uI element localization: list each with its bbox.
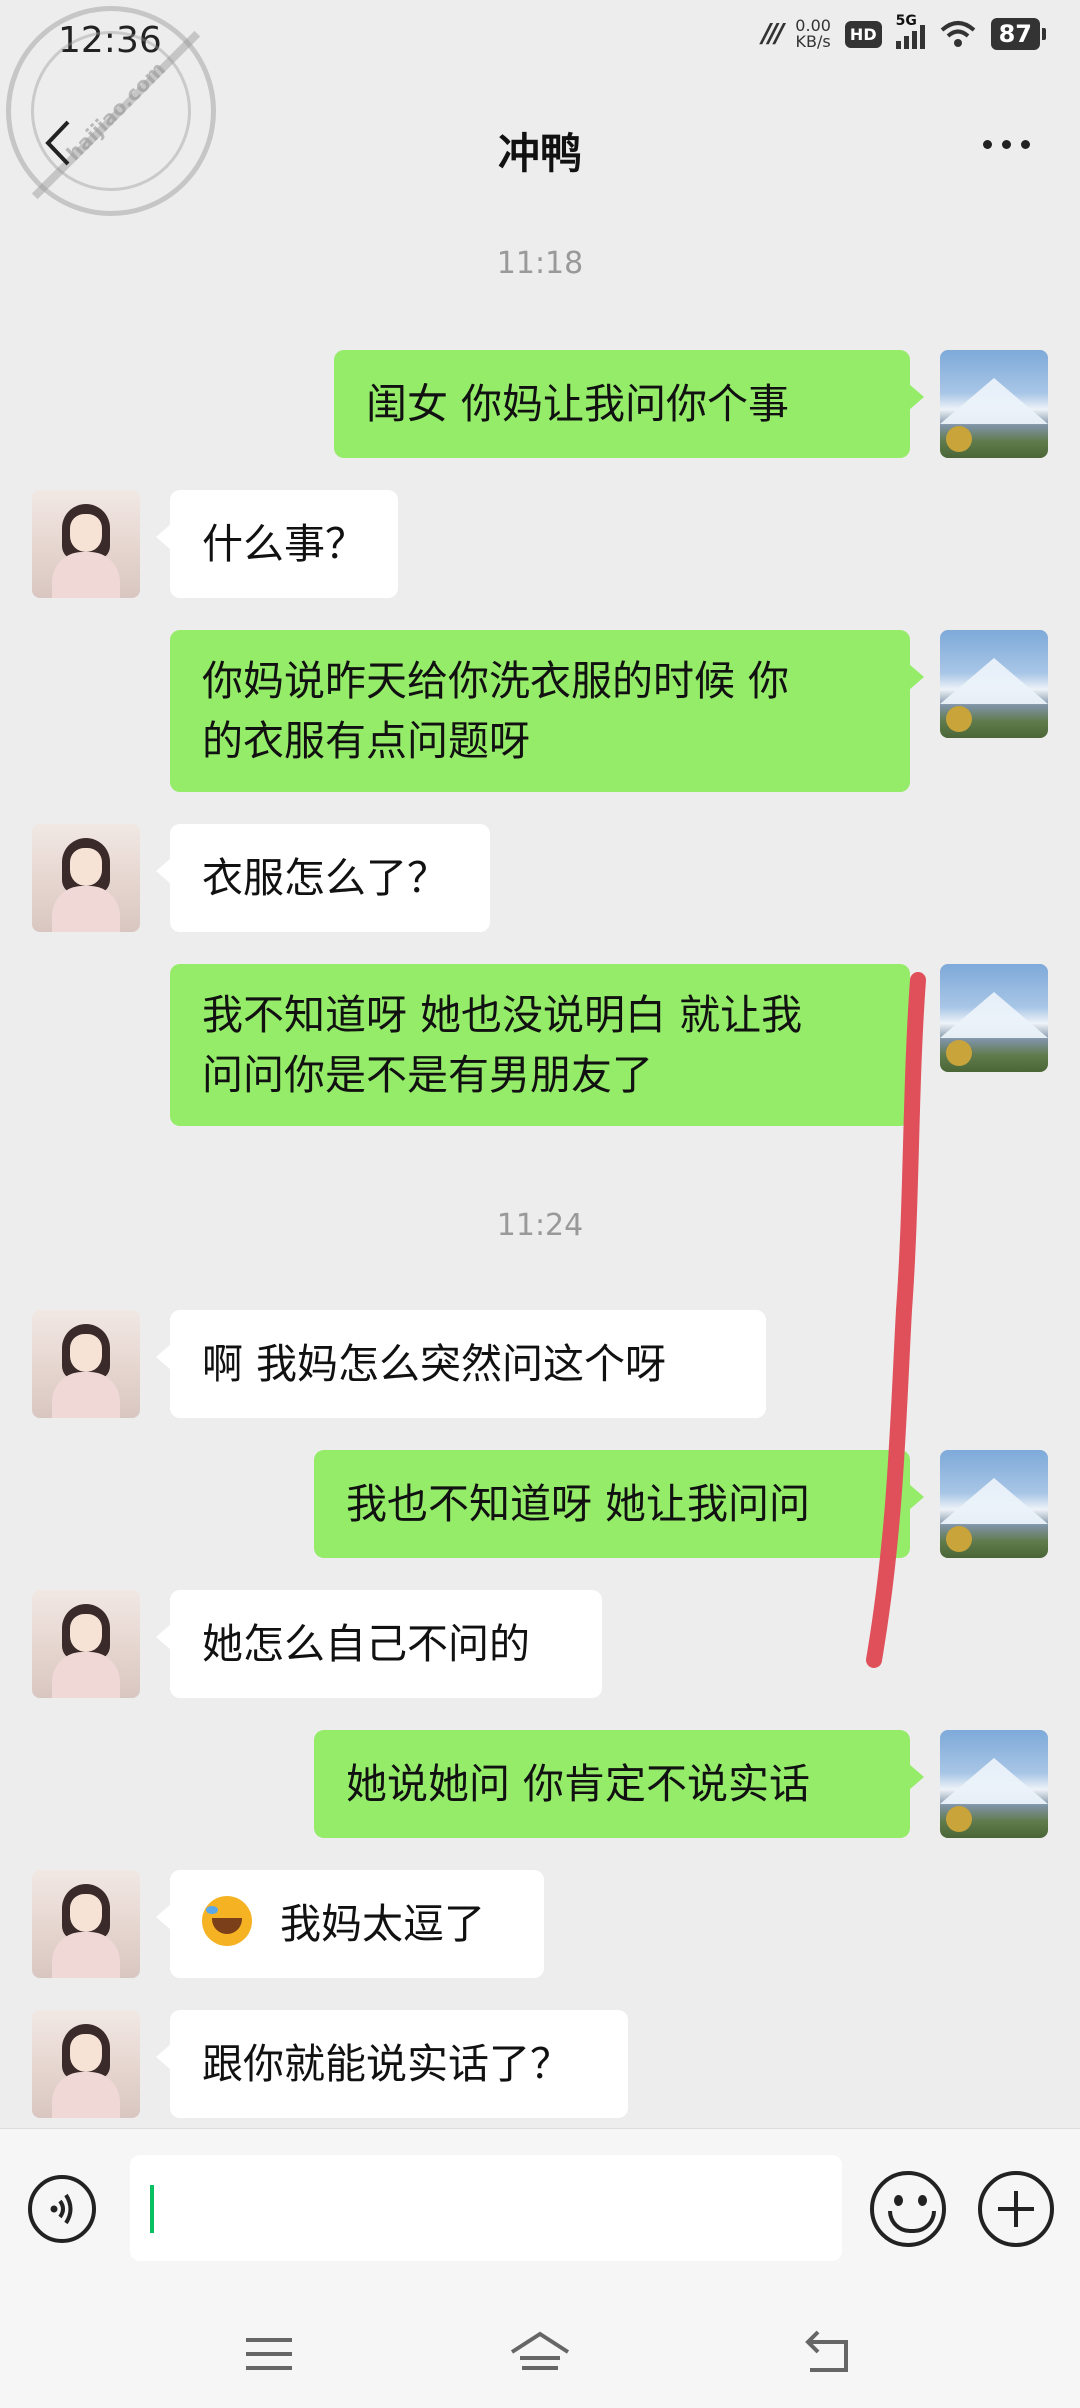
- laughing-crying-face-icon: [202, 1896, 252, 1946]
- message-text: 我妈太逗了: [280, 1900, 485, 1948]
- message-text: 衣服怎么了？: [202, 854, 448, 902]
- cell-label: 5G: [895, 13, 917, 29]
- hd-badge: HD: [844, 20, 882, 48]
- back-icon[interactable]: [800, 2328, 856, 2378]
- status-icons: /// 0.00 KB/s HD 5G 87: [761, 13, 1047, 50]
- network-speed: 0.00 KB/s: [795, 18, 831, 50]
- chat-title: 冲鸭: [497, 129, 582, 178]
- voice-icon[interactable]: [28, 2175, 96, 2243]
- message-bubble-received[interactable]: 跟你就能说实话了？: [156, 2010, 628, 2118]
- more-dots-icon[interactable]: [983, 140, 1030, 149]
- cell-signal-icon: 5G: [895, 13, 925, 49]
- message-bubble-sent[interactable]: 你妈说昨天给你洗衣服的时候 你 的衣服有点问题呀: [170, 630, 924, 792]
- message-text-line: 的衣服有点问题呀: [202, 717, 530, 765]
- message-bubble-received[interactable]: 她怎么自己不问的: [156, 1590, 602, 1698]
- message-text: 我也不知道呀 她让我问问: [346, 1480, 811, 1528]
- wifi-icon: [940, 21, 975, 47]
- emoji-icon[interactable]: [870, 2171, 946, 2247]
- message-text-line: 问问你是不是有男朋友了: [202, 1051, 653, 1099]
- self-avatar[interactable]: [940, 1450, 1048, 1558]
- contact-avatar[interactable]: [32, 2010, 140, 2118]
- message-bubble-sent[interactable]: 我不知道呀 她也没说明白 就让我 问问你是不是有男朋友了: [170, 964, 924, 1126]
- contact-avatar[interactable]: [32, 1590, 140, 1698]
- plus-icon[interactable]: [978, 2171, 1054, 2247]
- message-text: 闺女 你妈让我问你个事: [366, 380, 790, 428]
- message-text: 啊 我妈怎么突然问这个呀: [202, 1340, 667, 1388]
- message-text: 跟你就能说实话了？: [202, 2040, 571, 2088]
- message-text: 她怎么自己不问的: [202, 1620, 530, 1668]
- text-cursor: [150, 2185, 154, 2233]
- message-bubble-sent[interactable]: 她说她问 你肯定不说实话: [314, 1730, 924, 1838]
- home-icon[interactable]: [508, 2328, 572, 2378]
- message-text-line: 你妈说昨天给你洗衣服的时候 你: [202, 657, 790, 705]
- message-bubble-received[interactable]: 我妈太逗了: [156, 1870, 544, 1978]
- menu-icon[interactable]: [246, 2338, 292, 2380]
- message-input-bar: [0, 2128, 1080, 2299]
- chat-header: 冲鸭: [0, 80, 1080, 200]
- contact-avatar[interactable]: [32, 824, 140, 932]
- self-avatar[interactable]: [940, 964, 1048, 1072]
- battery-indicator: 87: [990, 18, 1047, 50]
- contact-avatar[interactable]: [32, 1310, 140, 1418]
- timestamp: 11:18: [496, 246, 584, 281]
- signal-speed-icon: ///: [761, 19, 784, 49]
- system-navigation-bar: [0, 2298, 1080, 2408]
- message-bubble-sent[interactable]: 闺女 你妈让我问你个事: [334, 350, 924, 458]
- network-speed-unit: KB/s: [795, 32, 831, 51]
- contact-avatar[interactable]: [32, 490, 140, 598]
- message-bubble-received[interactable]: 什么事？: [156, 490, 398, 598]
- contact-avatar[interactable]: [32, 1870, 140, 1978]
- message-text: 什么事？: [202, 520, 366, 568]
- self-avatar[interactable]: [940, 350, 1048, 458]
- red-annotation-line: [866, 972, 926, 1668]
- message-input[interactable]: [130, 2155, 842, 2261]
- message-bubble-received[interactable]: 啊 我妈怎么突然问这个呀: [156, 1310, 766, 1418]
- self-avatar[interactable]: [940, 1730, 1048, 1838]
- message-text: 她说她问 你肯定不说实话: [346, 1760, 811, 1808]
- message-text-line: 我不知道呀 她也没说明白 就让我: [202, 991, 803, 1039]
- message-bubble-received[interactable]: 衣服怎么了？: [156, 824, 490, 932]
- message-bubble-sent[interactable]: 我也不知道呀 她让我问问: [314, 1450, 924, 1558]
- self-avatar[interactable]: [940, 630, 1048, 738]
